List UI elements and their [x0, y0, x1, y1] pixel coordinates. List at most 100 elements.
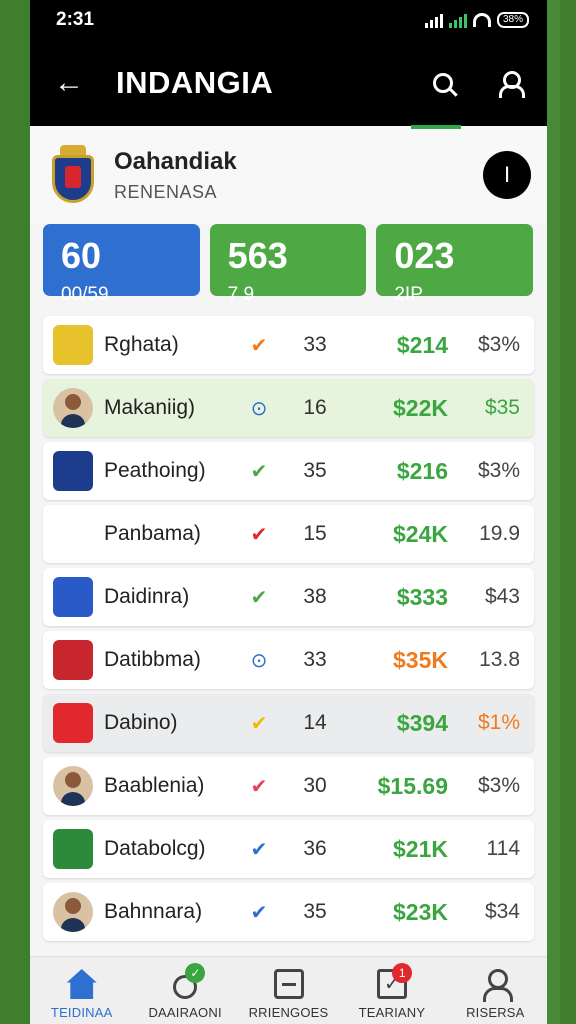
app-screen: 2:31 38% ← INDANGIA Oahandiak RENENASA I	[30, 0, 547, 1024]
stat-caption: 2IP	[394, 284, 423, 305]
stat-value: 023	[394, 235, 455, 276]
status-icons: 38%	[424, 12, 529, 28]
list-item[interactable]: Databolcg) ✔ 36 $21K 114	[43, 820, 534, 878]
item-count: 33	[303, 648, 327, 671]
user-icon	[498, 71, 525, 98]
person-icon	[480, 969, 514, 1002]
status-check-icon: ✔	[250, 586, 268, 609]
item-count: 14	[303, 711, 327, 734]
list-item[interactable]: Dabino) ✔ 14 $394 $1%	[43, 694, 534, 752]
item-value: $333	[396, 583, 448, 610]
document-icon	[273, 969, 304, 999]
status-check-icon: ✔	[250, 460, 268, 483]
item-value: $15.69	[377, 772, 448, 799]
signal-icon	[424, 12, 443, 28]
list-item[interactable]: Rghata) ✔ 33 $214 $3%	[43, 316, 534, 374]
list-item[interactable]: Datibbma) ⊙ 33 $35K 13.8	[43, 631, 534, 689]
item-value: $216	[396, 457, 448, 484]
item-name: Databolcg)	[104, 837, 206, 860]
team-logo-icon	[53, 577, 93, 617]
nav-item-rriengoes[interactable]: RRIENGOES	[237, 957, 340, 1024]
team-logo-icon	[53, 703, 93, 743]
item-name: Baablenia)	[104, 774, 205, 797]
team-list: Rghata) ✔ 33 $214 $3% Makaniig) ⊙ 16 $22K $35 Peat…	[30, 296, 547, 941]
page-title: INDANGIA	[116, 65, 274, 100]
more-button[interactable]: I	[483, 151, 531, 199]
item-change: $3%	[477, 459, 520, 482]
stat-card-2[interactable]: 563 7 9	[209, 224, 367, 305]
item-name: Daidinra)	[104, 585, 190, 608]
item-count: 36	[303, 837, 327, 860]
nav-label: RRIENGOES	[248, 1005, 329, 1020]
list-item[interactable]: Peathoing) ✔ 35 $216 $3%	[43, 442, 534, 500]
team-logo-icon	[53, 640, 93, 680]
item-name: Dabino)	[104, 711, 178, 734]
team-logo-icon	[53, 325, 93, 365]
team-header: Oahandiak RENENASA I	[30, 126, 547, 224]
item-change: $43	[484, 585, 520, 608]
notification-badge: ✓	[185, 963, 206, 983]
search-button[interactable]	[411, 63, 463, 129]
team-name: Oahandiak	[114, 147, 237, 175]
item-change: $3%	[477, 774, 520, 797]
item-name: Peathoing)	[104, 459, 206, 482]
stat-caption: 00/59	[61, 284, 109, 305]
status-check-icon: ⊙	[250, 649, 268, 672]
status-check-icon: ✔	[250, 712, 268, 735]
item-change: $34	[484, 900, 520, 923]
item-count: 33	[303, 333, 327, 356]
nav-item-daairaoni[interactable]: ✓ DAAIRAONI	[133, 957, 236, 1024]
list-item[interactable]: Baablenia) ✔ 30 $15.69 $3%	[43, 757, 534, 815]
status-check-icon: ✔	[250, 523, 268, 546]
team-subtitle: RENENASA	[114, 181, 218, 202]
item-count: 30	[303, 774, 327, 797]
signal-2-icon	[448, 12, 467, 28]
team-logo-icon	[53, 451, 93, 491]
stat-card-1[interactable]: 60 00/59	[43, 224, 200, 305]
item-change: $3%	[477, 333, 520, 356]
battery-icon: 38%	[496, 12, 529, 28]
stat-card-3[interactable]: 023 2IP	[376, 224, 534, 305]
nav-item-teidinaa[interactable]: TEIDINAA	[30, 957, 133, 1024]
nav-label: TEIDINAA	[50, 1005, 113, 1020]
item-name: Bahnnara)	[104, 900, 203, 923]
item-name: Makaniig)	[104, 396, 196, 419]
nav-label: RISERSA	[466, 1005, 525, 1020]
item-change: $1%	[477, 711, 520, 734]
status-check-icon: ✔	[250, 838, 268, 861]
home-icon	[66, 969, 97, 999]
item-value: $22K	[393, 394, 448, 421]
player-avatar	[53, 388, 93, 428]
profile-button[interactable]	[489, 63, 529, 103]
stat-caption: 7 9	[227, 284, 255, 305]
item-name: Panbama)	[104, 522, 201, 545]
team-logo-icon	[53, 514, 93, 554]
item-name: Rghata)	[104, 333, 179, 356]
item-count: 35	[303, 900, 327, 923]
player-avatar	[53, 892, 93, 932]
status-check-icon: ✔	[250, 334, 268, 357]
list-item[interactable]: Makaniig) ⊙ 16 $22K $35	[43, 379, 534, 437]
list-item[interactable]: Bahnnara) ✔ 35 $23K $34	[43, 883, 534, 941]
player-avatar	[53, 766, 93, 806]
app-bar: ← INDANGIA	[30, 40, 547, 129]
item-count: 16	[303, 396, 327, 419]
item-change: 13.8	[479, 648, 520, 671]
item-change: $35	[484, 396, 520, 419]
list-item[interactable]: Daidinra) ✔ 38 $333 $43	[43, 568, 534, 626]
list-item[interactable]: Panbama) ✔ 15 $24K 19.9	[43, 505, 534, 563]
item-count: 35	[303, 459, 327, 482]
wifi-icon	[472, 13, 491, 27]
item-value: $21K	[393, 835, 448, 862]
status-bar: 2:31 38%	[30, 0, 547, 40]
nav-item-teariany[interactable]: 1 TEARIANY	[340, 957, 443, 1024]
item-value: $24K	[393, 520, 448, 547]
item-change: 114	[486, 837, 520, 860]
item-value: $214	[396, 331, 448, 358]
nav-label: TEARIANY	[358, 1005, 426, 1020]
nav-item-risersa[interactable]: RISERSA	[444, 957, 547, 1024]
item-value: $394	[396, 709, 448, 736]
status-check-icon: ✔	[250, 901, 268, 924]
back-arrow-icon[interactable]: ←	[54, 66, 94, 100]
nav-label: DAAIRAONI	[148, 1005, 222, 1020]
